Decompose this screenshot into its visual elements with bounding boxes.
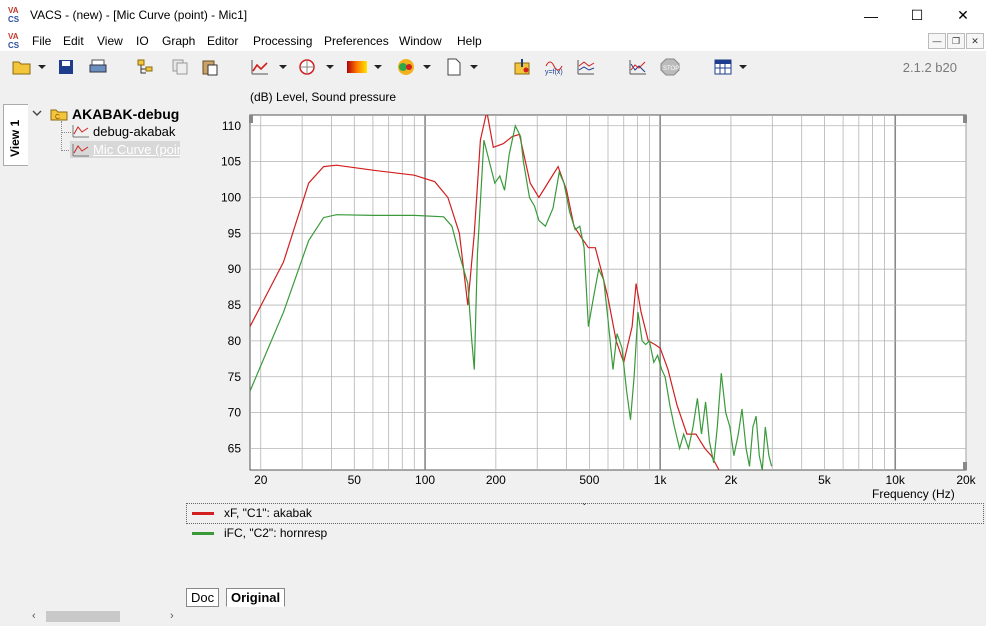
compare-icon[interactable]	[576, 58, 596, 76]
menu-io[interactable]: IO	[136, 34, 149, 48]
x-tick-label: 20	[254, 473, 268, 487]
x-axis-title: Frequency (Hz)	[872, 487, 955, 501]
resize-handle-bottom-right[interactable]	[963, 462, 967, 470]
y-axis-title: (dB) Level, Sound pressure	[250, 90, 397, 104]
legend-label-c1: xF, "C1": akabak	[224, 506, 312, 520]
table-dropdown-icon[interactable]	[739, 65, 747, 69]
tree-horizontal-scrollbar[interactable]: ‹ ›	[30, 608, 180, 625]
y-tick-label: 65	[228, 441, 242, 455]
y-tick-label: 70	[228, 406, 242, 420]
menu-preferences[interactable]: Preferences	[324, 34, 389, 48]
legend-item-c2[interactable]: iFC, "C2": hornresp	[188, 524, 984, 542]
svg-text:STOP: STOP	[663, 66, 679, 72]
mdi-close-button[interactable]: ✕	[966, 33, 984, 49]
tab-doc[interactable]: Doc	[186, 588, 220, 607]
menu-graph[interactable]: Graph	[162, 34, 195, 48]
curve-icon	[72, 144, 89, 157]
tree-line	[61, 121, 63, 151]
y-tick-label: 105	[221, 155, 241, 169]
x-tick-label: 5k	[818, 473, 832, 487]
process-icon[interactable]	[628, 58, 648, 76]
menu-edit[interactable]: Edit	[63, 34, 84, 48]
polar-dropdown-icon[interactable]	[326, 65, 334, 69]
x-tick-label: 1k	[654, 473, 668, 487]
scroll-left-icon[interactable]: ‹	[32, 610, 36, 622]
menu-view[interactable]: View	[97, 34, 123, 48]
x-tick-label: 100	[415, 473, 435, 487]
legend-label-c2: iFC, "C2": hornresp	[224, 526, 328, 540]
x-tick-label: 10k	[886, 473, 906, 487]
y-tick-label: 90	[228, 262, 242, 276]
new-document-dropdown-icon[interactable]	[470, 65, 478, 69]
x-tick-label: 200	[486, 473, 506, 487]
tree-item-debug-akabak[interactable]: debug-akabak	[93, 124, 175, 139]
open-folder-icon[interactable]	[12, 58, 32, 76]
menu-processing[interactable]: Processing	[253, 34, 312, 48]
version-label: 2.1.2 b20	[902, 60, 957, 75]
open-dropdown-icon[interactable]	[38, 65, 46, 69]
y-tick-label: 110	[222, 119, 241, 133]
paste-icon[interactable]	[200, 58, 220, 76]
vacs-app-icon[interactable]: VA CS	[8, 6, 26, 26]
tree-item-mic-curve[interactable]: Mic Curve (point)	[93, 142, 180, 157]
y-tick-label: 75	[228, 370, 242, 384]
resize-handle-top-right[interactable]	[963, 115, 967, 123]
scroll-right-icon[interactable]: ›	[170, 610, 174, 622]
x-tick-label: 50	[348, 473, 362, 487]
tree-root-label[interactable]: AKABAK-debug	[72, 106, 179, 122]
chevron-down-icon[interactable]	[32, 110, 42, 118]
graph-dropdown-icon[interactable]	[279, 65, 287, 69]
view-tab-label: View 1	[8, 119, 22, 157]
legend-item-c1[interactable]: xF, "C1": akabak	[188, 504, 984, 522]
formula-icon[interactable]: y=f(x)	[544, 58, 564, 76]
legend-swatch-red	[192, 512, 214, 515]
close-button[interactable]: ✕	[940, 0, 986, 31]
menu-editor[interactable]: Editor	[207, 34, 238, 48]
new-document-icon[interactable]	[444, 58, 464, 76]
menu-window[interactable]: Window	[399, 34, 442, 48]
x-tick-label: 20k	[956, 473, 976, 487]
mdi-minimize-button[interactable]: —	[928, 33, 946, 49]
sphere-icon[interactable]	[396, 58, 416, 76]
tab-original[interactable]: Original	[226, 588, 286, 607]
import-icon[interactable]	[512, 58, 532, 76]
y-tick-label: 95	[228, 226, 242, 240]
view-tab[interactable]: View 1	[3, 104, 28, 166]
x-tick-label: 2k	[725, 473, 739, 487]
y-tick-label: 85	[228, 298, 242, 312]
legend-swatch-green	[192, 532, 214, 535]
menu-file[interactable]: File	[32, 34, 51, 48]
x-tick-label: 500	[579, 473, 599, 487]
table-icon[interactable]	[713, 58, 733, 76]
svg-text:y=f(x): y=f(x)	[545, 69, 563, 76]
sphere-dropdown-icon[interactable]	[423, 65, 431, 69]
mdi-restore-button[interactable]: ❐	[947, 33, 965, 49]
window-title: VACS - (new) - [Mic Curve (point) - Mic1…	[30, 8, 248, 22]
project-tree: C AKABAK-debug debug-akabak Mic Curve (p…	[30, 104, 180, 164]
scrollbar-thumb[interactable]	[46, 611, 120, 622]
copy-icon[interactable]	[170, 58, 190, 76]
minimize-button[interactable]: —	[848, 0, 894, 31]
resize-handle-top-left[interactable]	[249, 115, 253, 123]
maximize-button[interactable]: ☐	[894, 0, 940, 31]
curve-icon	[72, 125, 89, 138]
svg-text:C: C	[55, 114, 60, 121]
stop-icon[interactable]: STOP	[660, 58, 680, 76]
graph-icon[interactable]	[250, 58, 270, 76]
polar-icon[interactable]	[297, 58, 317, 76]
y-tick-label: 100	[221, 190, 241, 204]
frequency-response-chart[interactable]: 65 70 75 80 85 90 95 100 105 110 20 50 100 200 500 1k 2k…	[186, 105, 984, 490]
document-icon[interactable]: VA CS	[8, 32, 26, 50]
tree-icon[interactable]	[136, 58, 156, 76]
print-icon[interactable]	[88, 58, 108, 76]
y-tick-label: 80	[228, 334, 242, 348]
save-disk-icon[interactable]	[56, 58, 76, 76]
color-map-icon[interactable]	[346, 58, 368, 76]
menu-help[interactable]: Help	[457, 34, 482, 48]
project-folder-icon[interactable]: C	[50, 107, 68, 121]
color-map-dropdown-icon[interactable]	[374, 65, 382, 69]
tree-line	[61, 132, 71, 133]
